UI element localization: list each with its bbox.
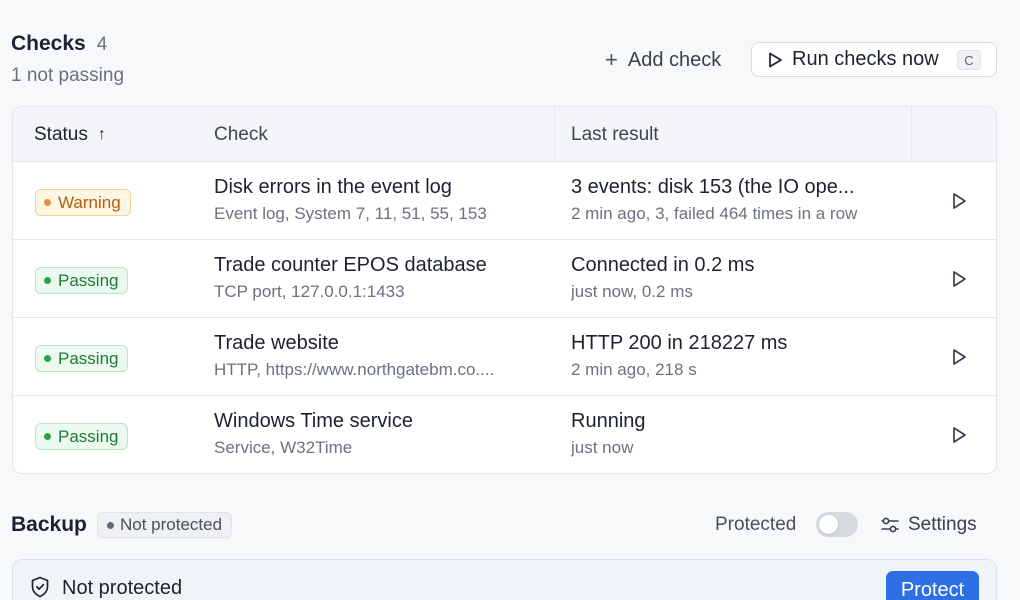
add-check-label: Add check: [627, 48, 722, 71]
shortcut-key: C: [957, 50, 981, 70]
status-text: Warning: [58, 192, 121, 212]
status-dot: [44, 199, 51, 206]
checks-subtitle: 1 not passing: [11, 65, 125, 86]
result-text: Running: [571, 410, 646, 432]
table-row[interactable]: Passing Trade counter EPOS database TCP …: [13, 240, 996, 318]
checks-header: Checks 4 1 not passing: [11, 32, 124, 87]
status-dot: [44, 433, 51, 440]
column-check-header[interactable]: Check: [214, 107, 268, 162]
protect-button[interactable]: Protect: [886, 571, 979, 600]
status-badge: Passing: [35, 423, 129, 450]
checks-count: 4: [96, 34, 108, 55]
status-badge: Warning: [35, 189, 131, 216]
shield-icon: [31, 576, 49, 598]
status-text: Passing: [58, 348, 119, 368]
result-detail: 2 min ago, 218 s: [571, 360, 697, 379]
table-row[interactable]: Passing Trade website HTTP, https://www.…: [13, 318, 996, 396]
status-dot: [44, 277, 51, 284]
play-icon: [769, 52, 782, 67]
check-title: Windows Time service: [214, 410, 413, 432]
table-header: Status ↑ Check Last result: [13, 107, 996, 162]
run-check-icon[interactable]: [949, 425, 969, 445]
toggle-knob: [819, 515, 838, 534]
add-check-button[interactable]: + Add check: [605, 44, 721, 76]
sliders-icon: [881, 517, 899, 533]
check-detail: TCP port, 127.0.0.1:1433: [214, 282, 405, 301]
protected-toggle-label: Protected: [715, 514, 797, 535]
result-detail: 2 min ago, 3, failed 464 times in a row: [571, 204, 858, 223]
result-text: 3 events: disk 153 (the IO ope...: [571, 176, 855, 198]
column-divider: [554, 107, 555, 162]
check-title: Disk errors in the event log: [214, 176, 452, 198]
run-checks-label: Run checks now: [792, 48, 939, 70]
column-status-label: Status: [34, 123, 88, 145]
table-row[interactable]: Warning Disk errors in the event log Eve…: [13, 162, 996, 240]
status-text: Passing: [58, 426, 119, 446]
result-text: Connected in 0.2 ms: [571, 254, 755, 276]
result-detail: just now, 0.2 ms: [571, 282, 693, 301]
status-badge: Passing: [35, 345, 129, 372]
status-badge: Passing: [35, 267, 129, 294]
check-title: Trade website: [214, 332, 339, 354]
column-result-header[interactable]: Last result: [571, 107, 659, 162]
settings-label: Settings: [908, 514, 977, 535]
result-detail: just now: [571, 438, 634, 457]
plus-icon: +: [605, 47, 618, 72]
table-row[interactable]: Passing Windows Time service Service, W3…: [13, 396, 996, 473]
status-dot: [44, 355, 51, 362]
backup-settings-button[interactable]: Settings: [881, 513, 977, 537]
status-dot: [107, 521, 114, 529]
check-detail: Service, W32Time: [214, 438, 353, 457]
run-check-icon[interactable]: [949, 269, 969, 289]
run-check-icon[interactable]: [949, 347, 969, 367]
backup-title: Backup: [11, 513, 87, 536]
sort-ascending-icon: ↑: [97, 125, 106, 143]
column-status-header[interactable]: Status ↑: [34, 107, 106, 162]
checks-table: Status ↑ Check Last result Warning Disk …: [12, 106, 997, 474]
run-check-icon[interactable]: [949, 191, 969, 211]
protected-toggle[interactable]: [816, 512, 858, 537]
check-detail: HTTP, https://www.northgatebm.co....: [214, 360, 495, 379]
status-text: Passing: [58, 270, 119, 290]
banner-text: Not protected: [62, 577, 183, 599]
check-detail: Event log, System 7, 11, 51, 55, 153: [214, 204, 487, 223]
column-divider: [911, 107, 912, 162]
backup-banner: Not protected: [12, 559, 997, 600]
check-title: Trade counter EPOS database: [214, 254, 487, 276]
backup-status-text: Not protected: [120, 515, 223, 534]
result-text: HTTP 200 in 218227 ms: [571, 332, 788, 354]
run-checks-button[interactable]: Run checks now C: [751, 42, 997, 77]
checks-title: Checks: [11, 32, 86, 55]
backup-status-badge: Not protected: [97, 512, 233, 538]
